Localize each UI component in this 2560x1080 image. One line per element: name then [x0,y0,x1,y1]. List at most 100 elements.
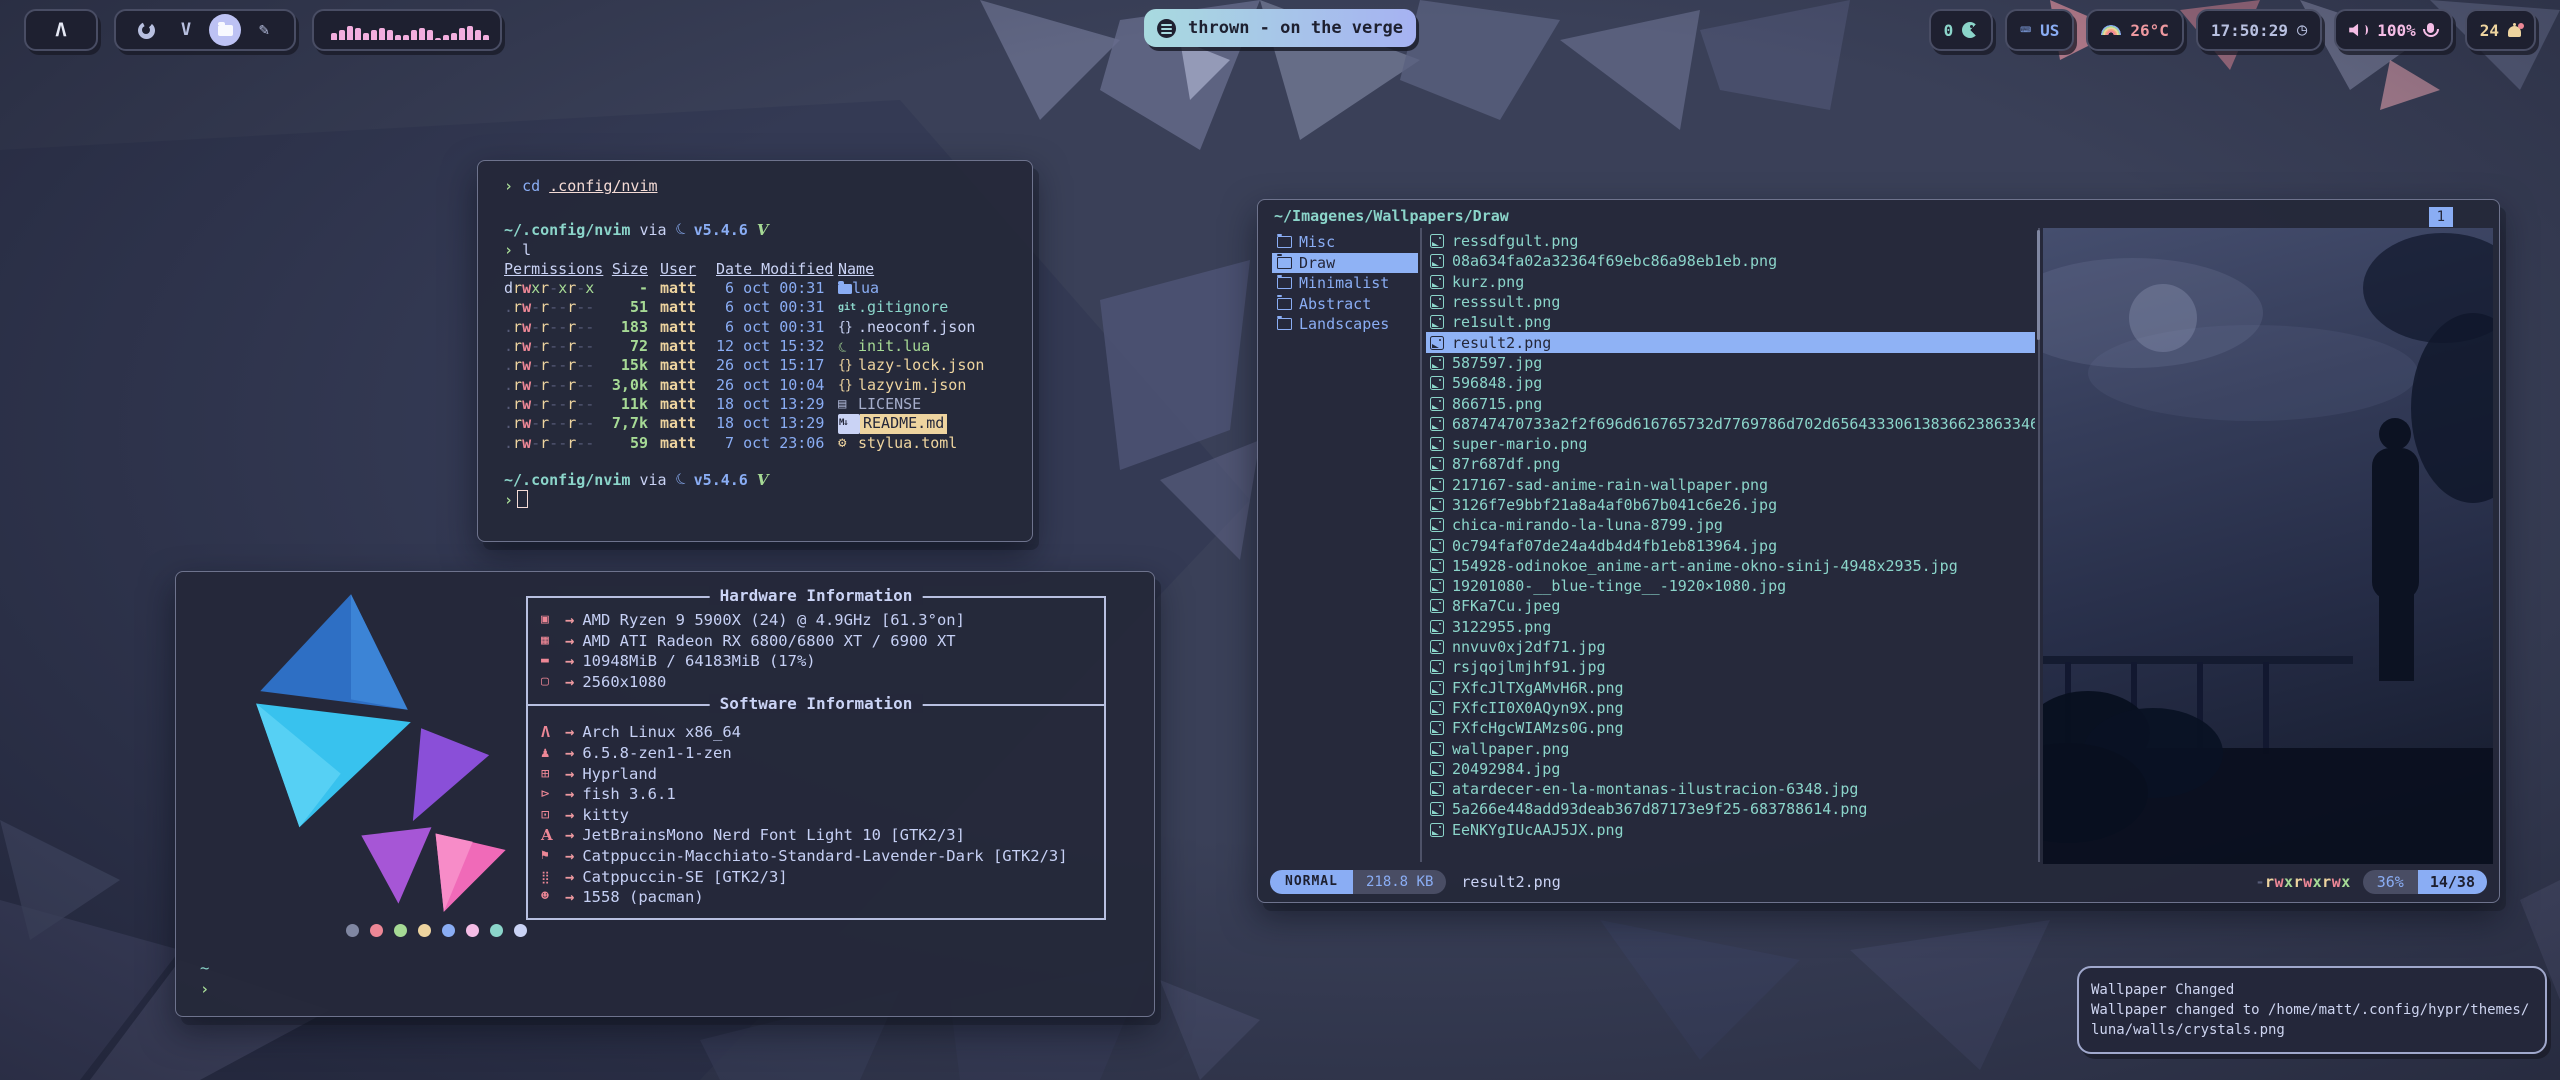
topbar-right: 0 US 26°C 17:50:29 100% 24 [1929,9,2536,51]
file-row[interactable]: result2.png [1426,332,2035,352]
file-row[interactable]: nnvuv0xj2df71.jpg [1426,637,2035,657]
palette-dot [394,924,407,937]
image-icon [1430,315,1444,329]
now-playing-widget[interactable]: thrown - on the verge [1144,9,1416,47]
terminal-color-palette [346,924,527,937]
notifications-count: 24 [2480,21,2499,40]
listing-row: .rw-r--r-- 51 matt 6 oct 00:31 git .giti… [504,298,1032,317]
file-row[interactable]: 3126f7e9bbf21a8a4af0b67b041c6e26.jpg [1426,495,2035,515]
bell-icon [2508,26,2521,37]
palette-dot [466,924,479,937]
file-row[interactable]: 3122955.png [1426,617,2035,637]
open-folder-icon [1277,257,1292,269]
notification-popup[interactable]: Wallpaper Changed Wallpaper changed to /… [2077,966,2547,1054]
scrollbar-thumb[interactable] [2037,230,2040,340]
speaker-icon [2349,24,2368,37]
sidebar-dir-item[interactable]: Draw [1272,253,1418,274]
file-row[interactable]: super-mario.png [1426,434,2035,454]
image-icon [1430,356,1444,370]
file-row[interactable]: 68747470733a2f2f696d616765732d7769786d70… [1426,414,2035,434]
keyboard-layout-module[interactable]: US [2005,9,2074,51]
font-icon: A [541,825,565,846]
file-row[interactable]: kurz.png [1426,272,2035,292]
arch-icon: Λ [541,722,565,743]
file-row[interactable]: wallpaper.png [1426,738,2035,758]
workspace-button[interactable] [129,13,163,47]
file-row[interactable]: ressdfgult.png [1426,231,2035,251]
topbar-center: thrown - on the verge [1144,9,1416,47]
sidebar-dir-item[interactable]: Misc [1272,232,1418,253]
file-row[interactable]: FXfcJlTXgAMvH6R.png [1426,678,2035,698]
file-row[interactable]: 596848.jpg [1426,373,2035,393]
preview-image [2043,228,2493,864]
arrow-icon: → [565,784,574,805]
file-row[interactable]: 0c794faf07de24a4db4d4fb1eb813964.jpg [1426,535,2035,555]
hardware-info-list: ▣ → AMD Ryzen 9 5900X (24) @ 4.9GHz [61.… [541,610,1091,692]
file-row[interactable]: 5a266e448add93deab367d87173e9f25-6837886… [1426,799,2035,819]
arrow-icon: → [565,722,574,743]
software-section-title: Software Information [710,694,923,713]
fetch-window[interactable]: Hardware Information ▣ → AMD Ryzen 9 590… [175,571,1155,1017]
sidebar-dir-item[interactable]: Minimalist [1272,273,1418,294]
palette-dot [442,924,455,937]
arrow-icon: → [565,846,574,867]
file-row[interactable]: 866715.png [1426,393,2035,413]
updates-count: 0 [1944,21,1954,40]
terminal-window[interactable]: › cd .config/nvim ~/.config/nvim via v5.… [477,160,1033,542]
image-preview-pane [2043,228,2493,864]
clock-module[interactable]: 17:50:29 [2196,9,2322,51]
file-row[interactable]: re1sult.png [1426,312,2035,332]
notifications-module[interactable]: 24 [2465,9,2536,51]
fetch-info-box: Hardware Information ▣ → AMD Ryzen 9 590… [526,596,1106,920]
image-icon [1430,397,1444,411]
notification-title: Wallpaper Changed [2091,980,2533,1000]
json-icon: {} [838,376,858,395]
fetch-prompt[interactable]: ~ › [200,958,209,1000]
workspace-button[interactable]: V [169,13,203,47]
updates-module[interactable]: 0 [1929,9,1994,51]
file-manager-window[interactable]: ~/Imagenes/Wallpapers/Draw 1 Misc Draw M… [1257,199,2500,903]
file-row[interactable]: 8FKa7Cu.jpeg [1426,596,2035,616]
image-icon [1430,660,1444,674]
weather-module[interactable]: 26°C [2086,9,2184,51]
wm-icon: ⊞ [541,764,565,785]
file-row[interactable]: resssult.png [1426,292,2035,312]
workspace-button[interactable] [209,14,241,46]
listing-header: Permissions Size User Date Modified Name [504,260,1032,279]
software-section-divider: Software Information [528,704,1104,706]
scroll-percent: 36% [2363,870,2418,894]
file-row[interactable]: atardecer-en-la-montanas-ilustracion-634… [1426,779,2035,799]
launcher-button[interactable] [24,9,98,51]
file-row[interactable]: 154928-odinokoe_anime-art-anime-okno-sin… [1426,556,2035,576]
file-row[interactable]: 20492984.jpg [1426,759,2035,779]
image-icon [1430,539,1444,553]
terminal-prompt[interactable]: › [504,490,1032,510]
image-icon [1430,620,1444,634]
temperature: 26°C [2130,21,2169,40]
file-row[interactable]: rsjqojlmjhf91.jpg [1426,657,2035,677]
palette-dot [514,924,527,937]
file-row[interactable]: 87r687df.png [1426,454,2035,474]
file-row[interactable]: 587597.jpg [1426,353,2035,373]
workspace-button[interactable]: ✎ [247,13,281,47]
info-line: ⊞ → Hyprland [541,764,1091,785]
sidebar-dir-item[interactable]: Landscapes [1272,314,1418,335]
file-row[interactable]: 08a634fa02a32364f69ebc86a98eb1eb.png [1426,251,2035,271]
file-row[interactable]: FXfcII0X0AQyn9X.png [1426,698,2035,718]
file-row[interactable]: FXfcHgcWIAMzs0G.png [1426,718,2035,738]
file-row[interactable]: EeNKYgIUcAAJ5JX.png [1426,820,2035,840]
clock-time: 17:50:29 [2211,21,2288,40]
terminal-icon: ⊡ [541,805,565,826]
image-icon [1430,823,1444,837]
info-line: ⊳ → fish 3.6.1 [541,784,1091,805]
image-icon [1430,518,1444,532]
file-row[interactable]: 217167-sad-anime-rain-wallpaper.png [1426,475,2035,495]
file-row[interactable]: 19201080-__blue-tinge__-1920×1080.jpg [1426,576,2035,596]
audio-module[interactable]: 100% [2334,9,2453,51]
arrow-icon: → [565,887,574,908]
sidebar-dir-item[interactable]: Abstract [1272,294,1418,315]
file-row[interactable]: chica-mirando-la-luna-8799.jpg [1426,515,2035,535]
image-icon [1430,742,1444,756]
tab-badge[interactable]: 1 [2429,207,2453,227]
cava-bars [327,20,493,40]
